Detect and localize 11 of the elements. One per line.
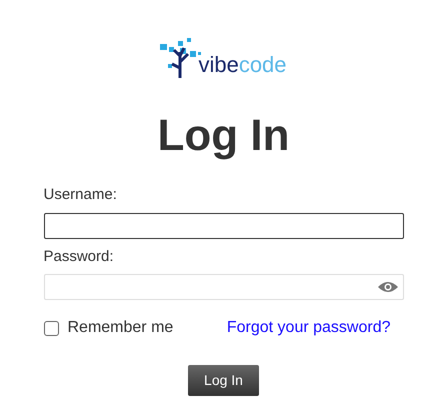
- eye-icon[interactable]: [376, 280, 398, 294]
- password-field[interactable]: [44, 274, 404, 300]
- field-label: Username:: [44, 185, 118, 205]
- login-button[interactable]: Log In: [188, 365, 259, 396]
- field-label: Password:: [44, 246, 115, 266]
- remember-label: Remember me: [68, 318, 174, 338]
- page-title: Log In: [158, 114, 290, 158]
- remember-checkbox[interactable]: [44, 320, 58, 336]
- input-field[interactable]: [44, 212, 404, 238]
- forgot-password-link[interactable]: Forgot your password?: [226, 316, 390, 340]
- logo-wordmark: vibecode: [198, 54, 287, 76]
